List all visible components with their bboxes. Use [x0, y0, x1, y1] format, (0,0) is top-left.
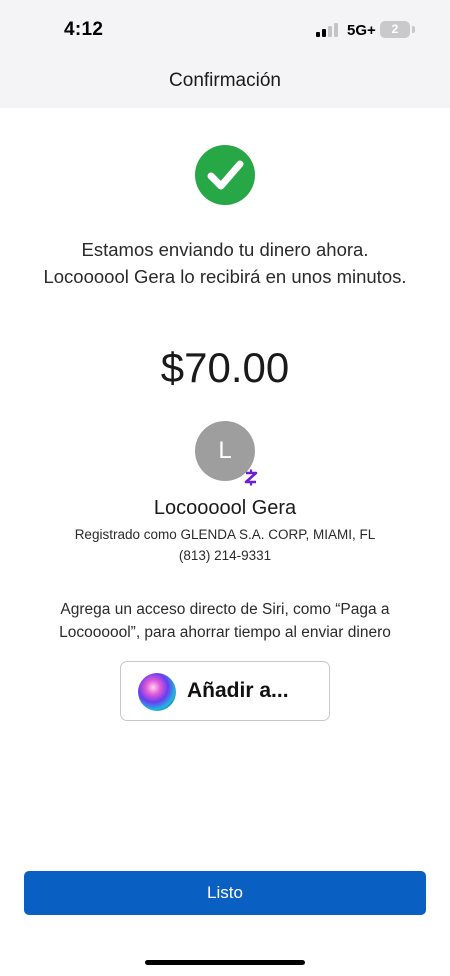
- battery-cap: [412, 26, 415, 33]
- add-to-siri-button[interactable]: Añadir a...: [120, 661, 330, 721]
- network-type: 5G+: [347, 22, 376, 39]
- zelle-icon: [243, 467, 259, 487]
- confirmation-message: Estamos enviando tu dinero ahora. Locooo…: [43, 239, 407, 287]
- battery-level: 2: [391, 22, 399, 36]
- done-button[interactable]: Listo: [24, 871, 426, 915]
- status-time: 4:12: [64, 19, 104, 40]
- recipient-phone: (813) 214-9331: [178, 548, 272, 563]
- check-circle-icon: [195, 145, 255, 205]
- cellular-signal-icon: [316, 23, 342, 37]
- transfer-amount: $70.00: [160, 344, 290, 391]
- add-to-siri-label: Añadir a...: [187, 679, 289, 702]
- status-bar: 4:12 5G+ 2: [0, 0, 450, 60]
- battery-icon: 2: [380, 21, 410, 38]
- siri-shortcut-description: Agrega un acceso directo de Siri, como “…: [59, 601, 391, 641]
- page-title: Confirmación: [169, 70, 281, 91]
- recipient-registration: Registrado como GLENDA S.A. CORP, MIAMI,…: [74, 527, 376, 542]
- siri-icon: [138, 673, 176, 711]
- recipient-name: Locoooool Gera: [153, 497, 297, 519]
- home-indicator[interactable]: [145, 960, 305, 965]
